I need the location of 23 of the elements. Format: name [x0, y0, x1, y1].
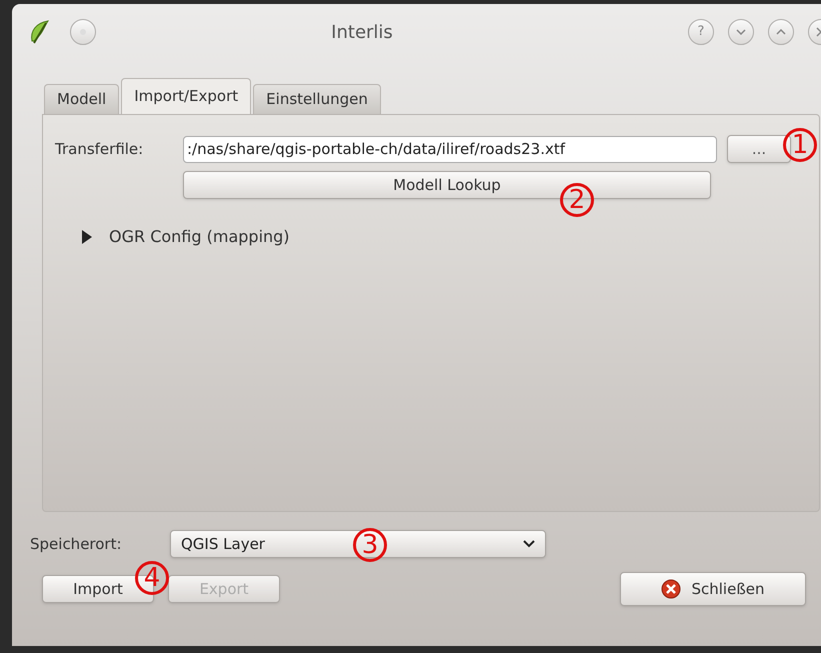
section-label: OGR Config (mapping): [109, 226, 290, 248]
leaf-logo-icon: [28, 19, 52, 45]
expand-triangle-icon[interactable]: [81, 230, 93, 244]
callout-marker: 3: [353, 528, 387, 562]
menu-button[interactable]: [70, 19, 96, 45]
close-dialog-button[interactable]: Schließen: [620, 572, 806, 606]
field-label: Transferfile:: [55, 138, 144, 160]
maximize-button[interactable]: [768, 19, 794, 45]
window-title: Interlis: [330, 20, 394, 44]
callout-marker: 2: [560, 183, 594, 217]
browse-button[interactable]: ...: [727, 135, 791, 163]
tab[interactable]: Einstellungen: [253, 84, 381, 114]
callout-marker: 4: [135, 561, 169, 595]
input-field[interactable]: :/nas/share/qgis-portable-ch/data/iliref/roads23.xtf: [183, 136, 717, 162]
chevron-down-icon: [523, 540, 535, 548]
callout-marker: 1: [783, 128, 817, 162]
error-icon: [661, 579, 682, 599]
minimize-button[interactable]: [728, 19, 754, 45]
chevron-down-icon: [736, 29, 746, 35]
field-label: Speicherort:: [30, 534, 123, 555]
tab[interactable]: Import/Export: [121, 78, 252, 114]
tab[interactable]: Modell: [44, 84, 120, 114]
chevron-up-icon: [776, 29, 786, 35]
